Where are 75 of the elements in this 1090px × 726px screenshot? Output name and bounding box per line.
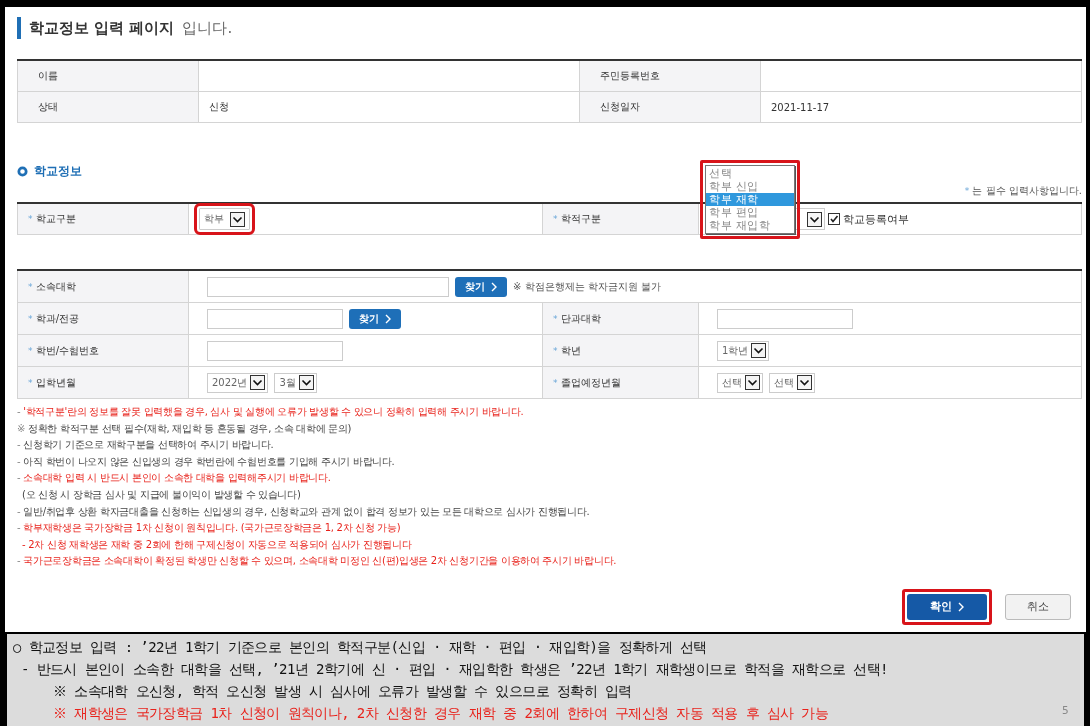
chevron-icon [958, 602, 964, 613]
chevron-icon [385, 313, 391, 324]
circle-bullet-icon [17, 166, 28, 177]
bullet-mark: - [17, 504, 21, 519]
bullet-mark: - [17, 438, 21, 453]
bullet-mark: - [17, 471, 21, 486]
required-note: * 는 필수 입력사항입니다. [964, 184, 1082, 198]
row-label: * 단과대학 [553, 312, 601, 324]
caret-icon [230, 211, 245, 227]
row-label: 신청일자 [600, 101, 640, 112]
dropdown-option[interactable]: 학부 재입학 [706, 219, 794, 232]
bullet-mark: - [17, 521, 21, 536]
row-value: 신청 [209, 101, 229, 112]
row-label: 상태 [38, 101, 58, 112]
caret-icon [250, 375, 266, 390]
row-label: * 학번/수험번호 [28, 344, 100, 356]
row-label: 주민등록번호 [600, 70, 660, 81]
select[interactable]: 3월 [274, 372, 317, 393]
caret-icon [751, 343, 767, 358]
row-value: 2021-11-17 [771, 101, 830, 113]
bullet-mark: - [17, 554, 21, 569]
note-line: ※ 소속대학 오신청, 학적 오신청 발생 시 심사에 오류가 발생할 수 있으므로 정확히 입력 [53, 683, 632, 699]
note-line: ○ 학교정보 입력 : ’22년 1학기 기준으로 본인의 학적구분(신입 · 재학 · 편입 · 재입학)을 정확하게 선택 [13, 639, 707, 655]
search-button[interactable]: 찾기 [349, 308, 401, 329]
notice-text: 국가근로장학금은 소속대학이 확정된 학생만 신청할 수 있으며, 소속대학 미정인 신(편)입생은 2차 신청기간을 이용하여 주시기 바랍니다. [23, 554, 617, 569]
notice-text: 소속대학 입력 시 반드시 본인이 소속한 대학을 입력해주시기 바랍니다. [23, 471, 331, 486]
notice-text: - 2차 신청 재학생은 재학 중 2회에 한해 구제신청이 자동으로 적용되어 심사가 진행됩니다 [22, 537, 412, 552]
notice-text: 정확한 학적구분 선택 필수(재학, 재입학 등 혼동될 경우, 소속 대학에 문의) [28, 421, 352, 436]
page-title: 학교정보 입력 페이지 [29, 18, 175, 38]
row-label: * 졸업예정년월 [553, 376, 621, 388]
dropdown-option[interactable]: 학부 재학 [706, 193, 794, 206]
bullet-mark: ※ [17, 421, 26, 436]
page-number: 5 [1061, 703, 1068, 719]
bullet-mark: - [17, 454, 21, 469]
cancel-button[interactable]: 취소 [1005, 593, 1071, 620]
row-label: * 학년 [553, 344, 581, 356]
caret-icon [807, 211, 822, 227]
dropdown-option[interactable]: 학부 편입 [706, 206, 794, 219]
caret-icon [797, 375, 812, 390]
notice-text: 아직 학번이 나오지 않은 신입생의 경우 학번란에 수험번호를 기입해 주시기 바랍니다. [23, 454, 395, 469]
dropdown-option[interactable]: 학부 신입 [706, 180, 794, 193]
row-label: 이름 [38, 70, 58, 81]
search-button[interactable]: 찾기 [455, 276, 507, 297]
notice-text: (오 신청 시 장학금 심사 및 지급에 불이익이 발생할 수 있습니다) [22, 487, 301, 502]
row-label: * 소속대학 [28, 280, 76, 292]
page-title-suffix: 입니다. [182, 18, 233, 38]
row-label: * 학교구분 [28, 213, 76, 224]
chevron-icon [491, 281, 497, 292]
select[interactable]: 2022년 [207, 372, 269, 393]
title-accent-bar [17, 17, 21, 39]
note-line: ※ 재학생은 국가장학금 1차 신청이 원칙이나, 2차 신청한 경우 재학 중 2회에 한하여 구제신청 자동 적용 후 심사 가능 [53, 705, 829, 721]
notice-text: '학적구분'란의 정보를 잘못 입력했을 경우, 심사 및 실행에 오류가 발생할 수 있으니 정확히 입력해 주시기 바랍니다. [23, 405, 524, 419]
bullet-mark: - [17, 405, 21, 419]
confirm-button[interactable]: 확인 [907, 593, 987, 620]
notice-text: 신청학기 기준으로 재학구분을 선택하여 주시기 바랍니다. [23, 438, 274, 453]
select[interactable]: 선택 [717, 372, 763, 393]
checkbox-label: 학교등록여부 [843, 211, 909, 227]
notice-text: 학부재학생은 국가장학금 1차 신청이 원칙입니다. (국가근로장학금은 1, 2차 신청 가능) [23, 521, 401, 536]
row-label: * 학과/전공 [28, 312, 80, 324]
notice-text: 일반/취업후 상환 학자금대출을 신청하는 신입생의 경우, 신청학교와 관계 없이 합격 정보가 있는 모든 대학으로 심사가 진행됩니다. [23, 504, 590, 519]
caret-icon [745, 375, 760, 390]
note-line: - 반드시 본인이 소속한 대학을 선택, ’21년 2학기에 신 · 편입 · 재입학한 학생은 ’22년 1학기 재학생이므로 학적을 재학으로 선택! [21, 661, 888, 677]
row-label: * 입학년월 [28, 376, 76, 388]
dropdown-option[interactable]: 선택 [706, 167, 794, 180]
select[interactable]: 선택 [769, 372, 815, 393]
input-field[interactable] [207, 276, 449, 297]
input-field[interactable] [207, 340, 343, 361]
note-text: ※ 학점은행제는 학자금지원 불가 [513, 279, 661, 294]
checkbox[interactable] [828, 213, 840, 225]
input-field[interactable] [207, 308, 343, 329]
section-title: 학교정보 [34, 163, 82, 180]
select[interactable]: 1학년 [717, 340, 770, 361]
row-label: * 학적구분 [553, 213, 601, 224]
caret-icon [298, 375, 314, 390]
input-field[interactable] [717, 308, 853, 329]
